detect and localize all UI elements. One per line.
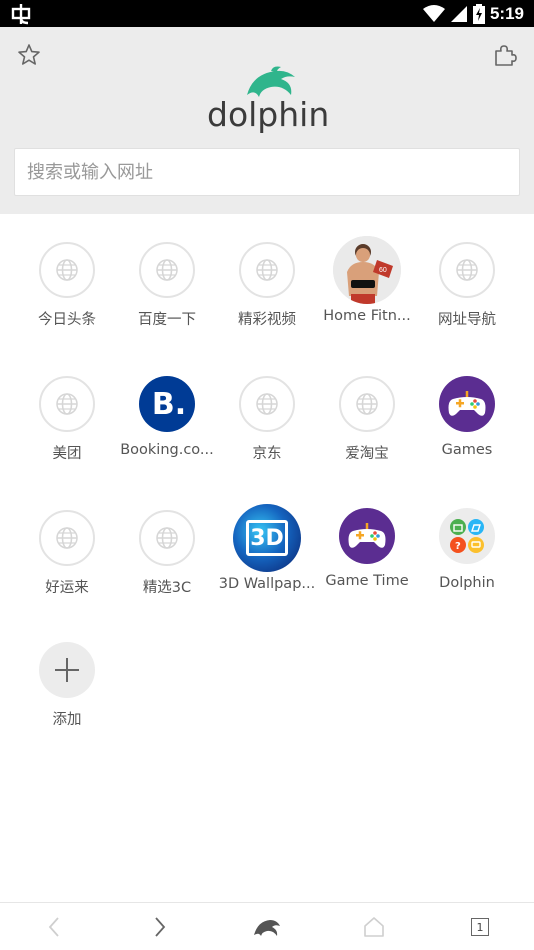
speed-dial-aitaobao[interactable]: 爱淘宝 xyxy=(315,376,419,486)
wifi-icon xyxy=(422,5,445,22)
svg-text:?: ? xyxy=(455,541,461,552)
3d-wallpaper-icon: 3D xyxy=(233,504,301,572)
back-button[interactable] xyxy=(24,903,84,950)
3d-wallpaper-text: 3D xyxy=(250,525,284,551)
booking-icon: B. xyxy=(139,376,195,432)
tabs-button[interactable]: 1 xyxy=(450,903,510,950)
speed-dial-label: 京东 xyxy=(252,446,282,462)
battery-charging-icon xyxy=(472,4,485,24)
speed-dial-meituan[interactable]: 美团 xyxy=(15,376,119,486)
speed-dial-home-fitness[interactable]: 60 Home Fitn... xyxy=(315,236,419,346)
dolphin-menu-button[interactable] xyxy=(237,903,297,950)
home-icon xyxy=(364,917,384,937)
speed-dial-label: 添加 xyxy=(52,712,82,728)
logo-text: dolphin xyxy=(207,95,330,134)
speed-dial-baidu[interactable]: 百度一下 xyxy=(115,242,219,352)
signal-icon xyxy=(450,6,467,22)
browser-header: dolphin xyxy=(0,27,534,214)
globe-icon xyxy=(39,510,95,566)
booking-letter: B. xyxy=(151,386,187,422)
speed-dial-jd[interactable]: 京东 xyxy=(215,376,319,486)
globe-icon xyxy=(239,242,295,298)
status-bar: 5:19 xyxy=(0,0,534,27)
speed-dial-toutiao[interactable]: 今日头条 xyxy=(15,242,119,352)
speed-dial-label: 网址导航 xyxy=(438,312,496,328)
speed-dial-label: 精选3C xyxy=(142,580,192,596)
notification-app-icon xyxy=(11,4,31,25)
speed-dial-label: 精彩视频 xyxy=(238,312,296,328)
speed-dial-label: 好运来 xyxy=(45,580,89,596)
chevron-left-icon xyxy=(48,917,59,937)
dolphin-menu-icon xyxy=(254,920,280,936)
globe-icon xyxy=(239,376,295,432)
forward-button[interactable] xyxy=(130,903,190,950)
globe-icon xyxy=(39,376,95,432)
speed-dial-label: Booking.co... xyxy=(120,442,214,458)
globe-icon xyxy=(439,242,495,298)
speed-dial-games[interactable]: Games xyxy=(415,376,519,486)
speed-dial-dolphin[interactable]: ? Dolphin xyxy=(415,508,519,618)
dolphin-logo: dolphin xyxy=(205,65,330,135)
globe-icon xyxy=(139,242,195,298)
plus-icon xyxy=(39,642,95,698)
globe-icon xyxy=(39,242,95,298)
speed-dial-label: 爱淘宝 xyxy=(345,446,389,462)
bookmark-star-icon[interactable] xyxy=(16,42,42,68)
tab-count: 1 xyxy=(471,918,489,936)
fitness-app-icon: 60 xyxy=(333,236,401,304)
speed-dial-label: 今日头条 xyxy=(38,312,96,328)
speed-dial-label: Dolphin xyxy=(439,575,495,591)
dolphin-apps-icon: ? xyxy=(439,508,495,564)
gamepad-icon xyxy=(439,376,495,432)
gamepad-icon xyxy=(339,508,395,564)
bottom-toolbar: 1 xyxy=(0,902,534,950)
clock-time: 5:19 xyxy=(489,4,524,23)
search-bar[interactable] xyxy=(14,148,520,196)
speed-dial-label: Home Fitn... xyxy=(323,308,411,324)
globe-icon xyxy=(139,510,195,566)
add-speed-dial-button[interactable]: 添加 xyxy=(15,642,119,752)
speed-dial-label: 百度一下 xyxy=(138,312,196,328)
speed-dial-3d-wallpaper[interactable]: 3D 3D Wallpap... xyxy=(215,504,319,614)
speed-dial-haoyunlai[interactable]: 好运来 xyxy=(15,510,119,620)
speed-dial-label: 3D Wallpap... xyxy=(218,576,316,592)
home-button[interactable] xyxy=(344,903,404,950)
svg-text:60: 60 xyxy=(379,267,387,274)
speed-dial-3c[interactable]: 精选3C xyxy=(115,510,219,620)
globe-icon xyxy=(339,376,395,432)
speed-dial-label: Game Time xyxy=(325,573,409,589)
search-input[interactable] xyxy=(15,149,519,195)
speed-dial-videos[interactable]: 精彩视频 xyxy=(215,242,319,352)
addons-puzzle-icon[interactable] xyxy=(492,42,518,68)
speed-dial-label: Games xyxy=(441,442,493,458)
speed-dial-game-time[interactable]: Game Time xyxy=(315,508,419,618)
chevron-right-icon xyxy=(155,917,166,937)
speed-dial-nav[interactable]: 网址导航 xyxy=(415,242,519,352)
speed-dial-booking[interactable]: B. Booking.co... xyxy=(115,376,219,486)
speed-dial-label: 美团 xyxy=(52,446,82,462)
